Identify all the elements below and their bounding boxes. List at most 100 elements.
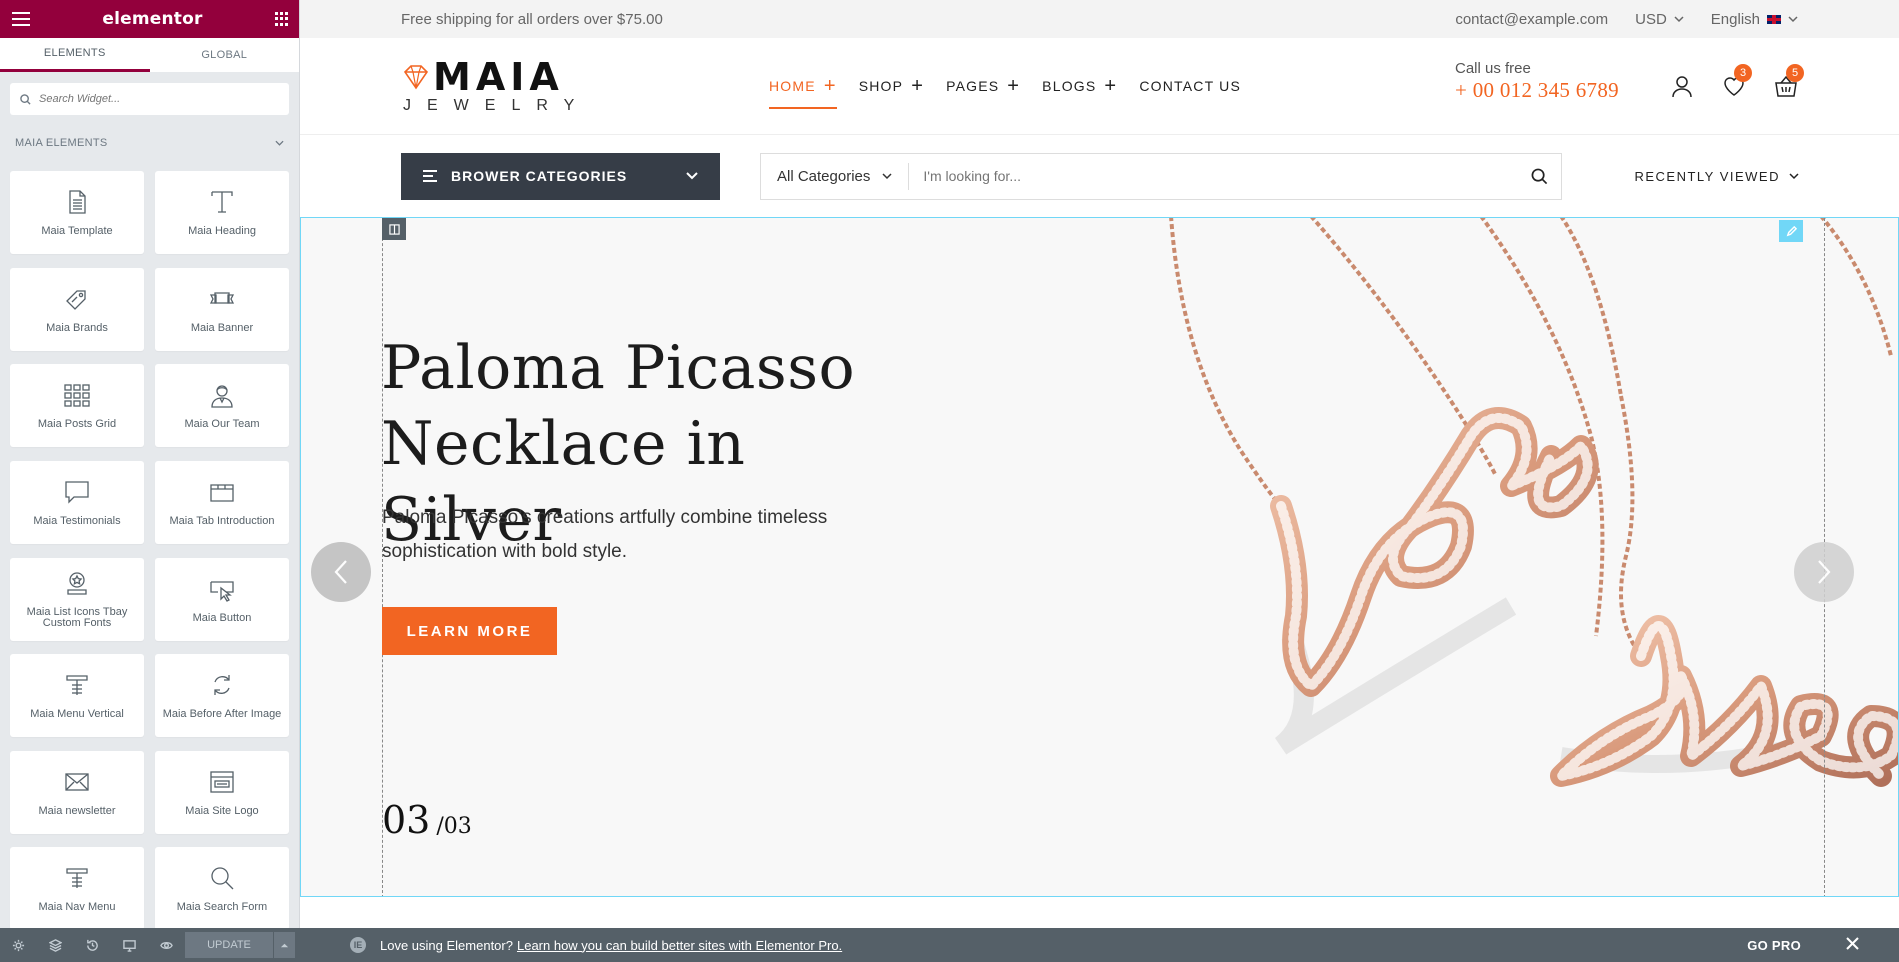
account-button[interactable] <box>1670 74 1694 98</box>
currency-selector[interactable]: USD <box>1635 11 1684 28</box>
widget-maia-list-icons[interactable]: Maia List Icons Tbay Custom Fonts <box>10 557 144 641</box>
widget-label: Maia Search Form <box>176 901 268 914</box>
widget-maia-heading[interactable]: Maia Heading <box>155 171 289 254</box>
plus-icon: + <box>1104 75 1118 97</box>
category-title: MAIA ELEMENTS <box>15 137 108 149</box>
site-logo-icon <box>210 771 234 793</box>
widget-maia-site-logo[interactable]: Maia Site Logo <box>155 750 289 834</box>
plus-icon: + <box>911 75 925 97</box>
site-preview: Free shipping for all orders over $75.00… <box>300 0 1899 962</box>
recently-viewed-dropdown[interactable]: RECENTLY VIEWED <box>1634 169 1799 184</box>
chevron-left-icon <box>334 560 347 584</box>
tag-icon <box>66 289 86 310</box>
site-logo[interactable]: MAIA JEWELRY <box>401 57 581 115</box>
nav-item-shop[interactable]: SHOP + <box>859 61 924 111</box>
go-pro-button[interactable]: GO PRO <box>1747 938 1801 953</box>
chevron-right-icon <box>1818 560 1831 584</box>
header-icons: 3 5 <box>1670 64 1804 98</box>
chevron-down-icon <box>1788 15 1798 22</box>
save-options-button[interactable] <box>273 932 295 958</box>
slide-current: 03 <box>382 798 431 842</box>
banner-icon <box>209 291 235 304</box>
product-search: All Categories <box>760 152 1562 200</box>
widget-maia-testimonials[interactable]: Maia Testimonials <box>10 460 144 544</box>
language-selector[interactable]: English <box>1711 11 1798 28</box>
preview-button[interactable] <box>148 928 185 962</box>
eye-icon <box>160 941 173 949</box>
widget-maia-banner[interactable]: Maia Banner <box>155 267 289 351</box>
elementor-logo: elementor <box>102 9 203 29</box>
nav-item-blogs[interactable]: BLOGS + <box>1042 61 1117 111</box>
caret-up-icon <box>280 943 289 947</box>
widget-maia-tab-introduction[interactable]: Maia Tab Introduction <box>155 460 289 544</box>
diamond-logo-icon <box>403 65 429 90</box>
heading-icon <box>211 191 233 213</box>
navigator-button[interactable] <box>37 928 74 962</box>
plus-icon: + <box>1007 75 1021 97</box>
browse-categories-button[interactable]: BROWER CATEGORIES <box>401 152 720 200</box>
close-notice-button[interactable] <box>1846 937 1859 953</box>
widget-maia-button[interactable]: Maia Button <box>155 557 289 641</box>
column-handle[interactable] <box>382 218 406 240</box>
slide-total: /03 <box>436 814 472 839</box>
widget-label: Maia Heading <box>188 225 256 237</box>
nav-item-home[interactable]: HOME + <box>769 61 837 111</box>
learn-more-button[interactable]: LEARN MORE <box>382 607 557 655</box>
chevron-down-icon <box>1674 15 1684 22</box>
elementor-panel: elementor ELEMENTS GLOBAL MAIA ELEMENTS … <box>0 0 300 962</box>
notice-link[interactable]: Learn how you can build better sites wit… <box>517 938 842 953</box>
speech-bubble-icon <box>65 481 89 504</box>
hero-slider-section[interactable]: Paloma Picasso Necklace in Silver Paloma… <box>300 217 1899 897</box>
nav-menu-icon <box>66 868 88 889</box>
wishlist-button[interactable]: 3 <box>1722 64 1752 98</box>
contact-email[interactable]: contact@example.com <box>1455 11 1608 28</box>
tab-elements[interactable]: ELEMENTS <box>0 38 150 72</box>
chevron-down-icon <box>882 172 892 179</box>
search-submit-button[interactable] <box>1517 168 1561 185</box>
nav-item-contact[interactable]: CONTACT US <box>1139 61 1241 111</box>
nav-label: BLOGS <box>1042 78 1097 94</box>
widget-maia-search-form[interactable]: Maia Search Form <box>155 847 289 931</box>
widget-maia-nav-menu[interactable]: Maia Nav Menu <box>10 847 144 931</box>
widget-maia-newsletter[interactable]: Maia newsletter <box>10 750 144 834</box>
widget-label: Maia Brands <box>46 321 108 334</box>
widget-maia-before-after[interactable]: Maia Before After Image <box>155 654 289 738</box>
edit-widget-handle[interactable] <box>1779 220 1803 242</box>
widget-label: Maia Menu Vertical <box>30 708 124 721</box>
chevron-down-icon <box>686 172 698 180</box>
phone-number[interactable]: + 00 012 345 6789 <box>1455 78 1619 103</box>
previous-slide-button[interactable] <box>311 542 371 602</box>
search-row: BROWER CATEGORIES All Categories RECENTL… <box>300 135 1899 217</box>
widget-maia-posts-grid[interactable]: Maia Posts Grid <box>10 364 144 448</box>
search-category-select[interactable]: All Categories <box>761 162 910 190</box>
widget-maia-brands[interactable]: Maia Brands <box>10 267 144 351</box>
menu-vertical-icon <box>66 675 88 696</box>
recently-viewed-label: RECENTLY VIEWED <box>1634 169 1780 184</box>
next-slide-button[interactable] <box>1794 542 1854 602</box>
history-button[interactable] <box>74 928 111 962</box>
apps-grid-icon[interactable] <box>274 12 289 26</box>
hero-title-line1: Paloma Picasso <box>381 333 856 403</box>
search-icon <box>20 93 31 105</box>
nav-label: CONTACT US <box>1139 78 1242 94</box>
search-category-value: All Categories <box>777 167 871 185</box>
love-kiss-necklace-image <box>1169 218 1898 787</box>
layers-icon <box>49 938 62 952</box>
widget-maia-menu-vertical[interactable]: Maia Menu Vertical <box>10 654 144 738</box>
nav-item-pages[interactable]: PAGES + <box>946 61 1020 111</box>
widget-maia-template[interactable]: Maia Template <box>10 171 144 254</box>
responsive-mode-button[interactable] <box>111 928 148 962</box>
widget-search-input[interactable] <box>39 93 269 105</box>
cart-button[interactable]: 5 <box>1774 64 1804 98</box>
update-button[interactable]: UPDATE <box>185 932 273 958</box>
gear-icon <box>12 939 25 951</box>
menu-icon[interactable] <box>12 12 30 26</box>
list-icon <box>423 170 437 182</box>
call-us: Call us free + 00 012 345 6789 <box>1455 60 1619 103</box>
envelope-icon <box>65 773 89 791</box>
settings-button[interactable] <box>0 928 37 962</box>
tab-global[interactable]: GLOBAL <box>150 38 300 72</box>
category-header[interactable]: MAIA ELEMENTS <box>0 127 299 159</box>
widget-maia-our-team[interactable]: Maia Our Team <box>155 364 289 448</box>
search-input[interactable] <box>909 154 1517 198</box>
